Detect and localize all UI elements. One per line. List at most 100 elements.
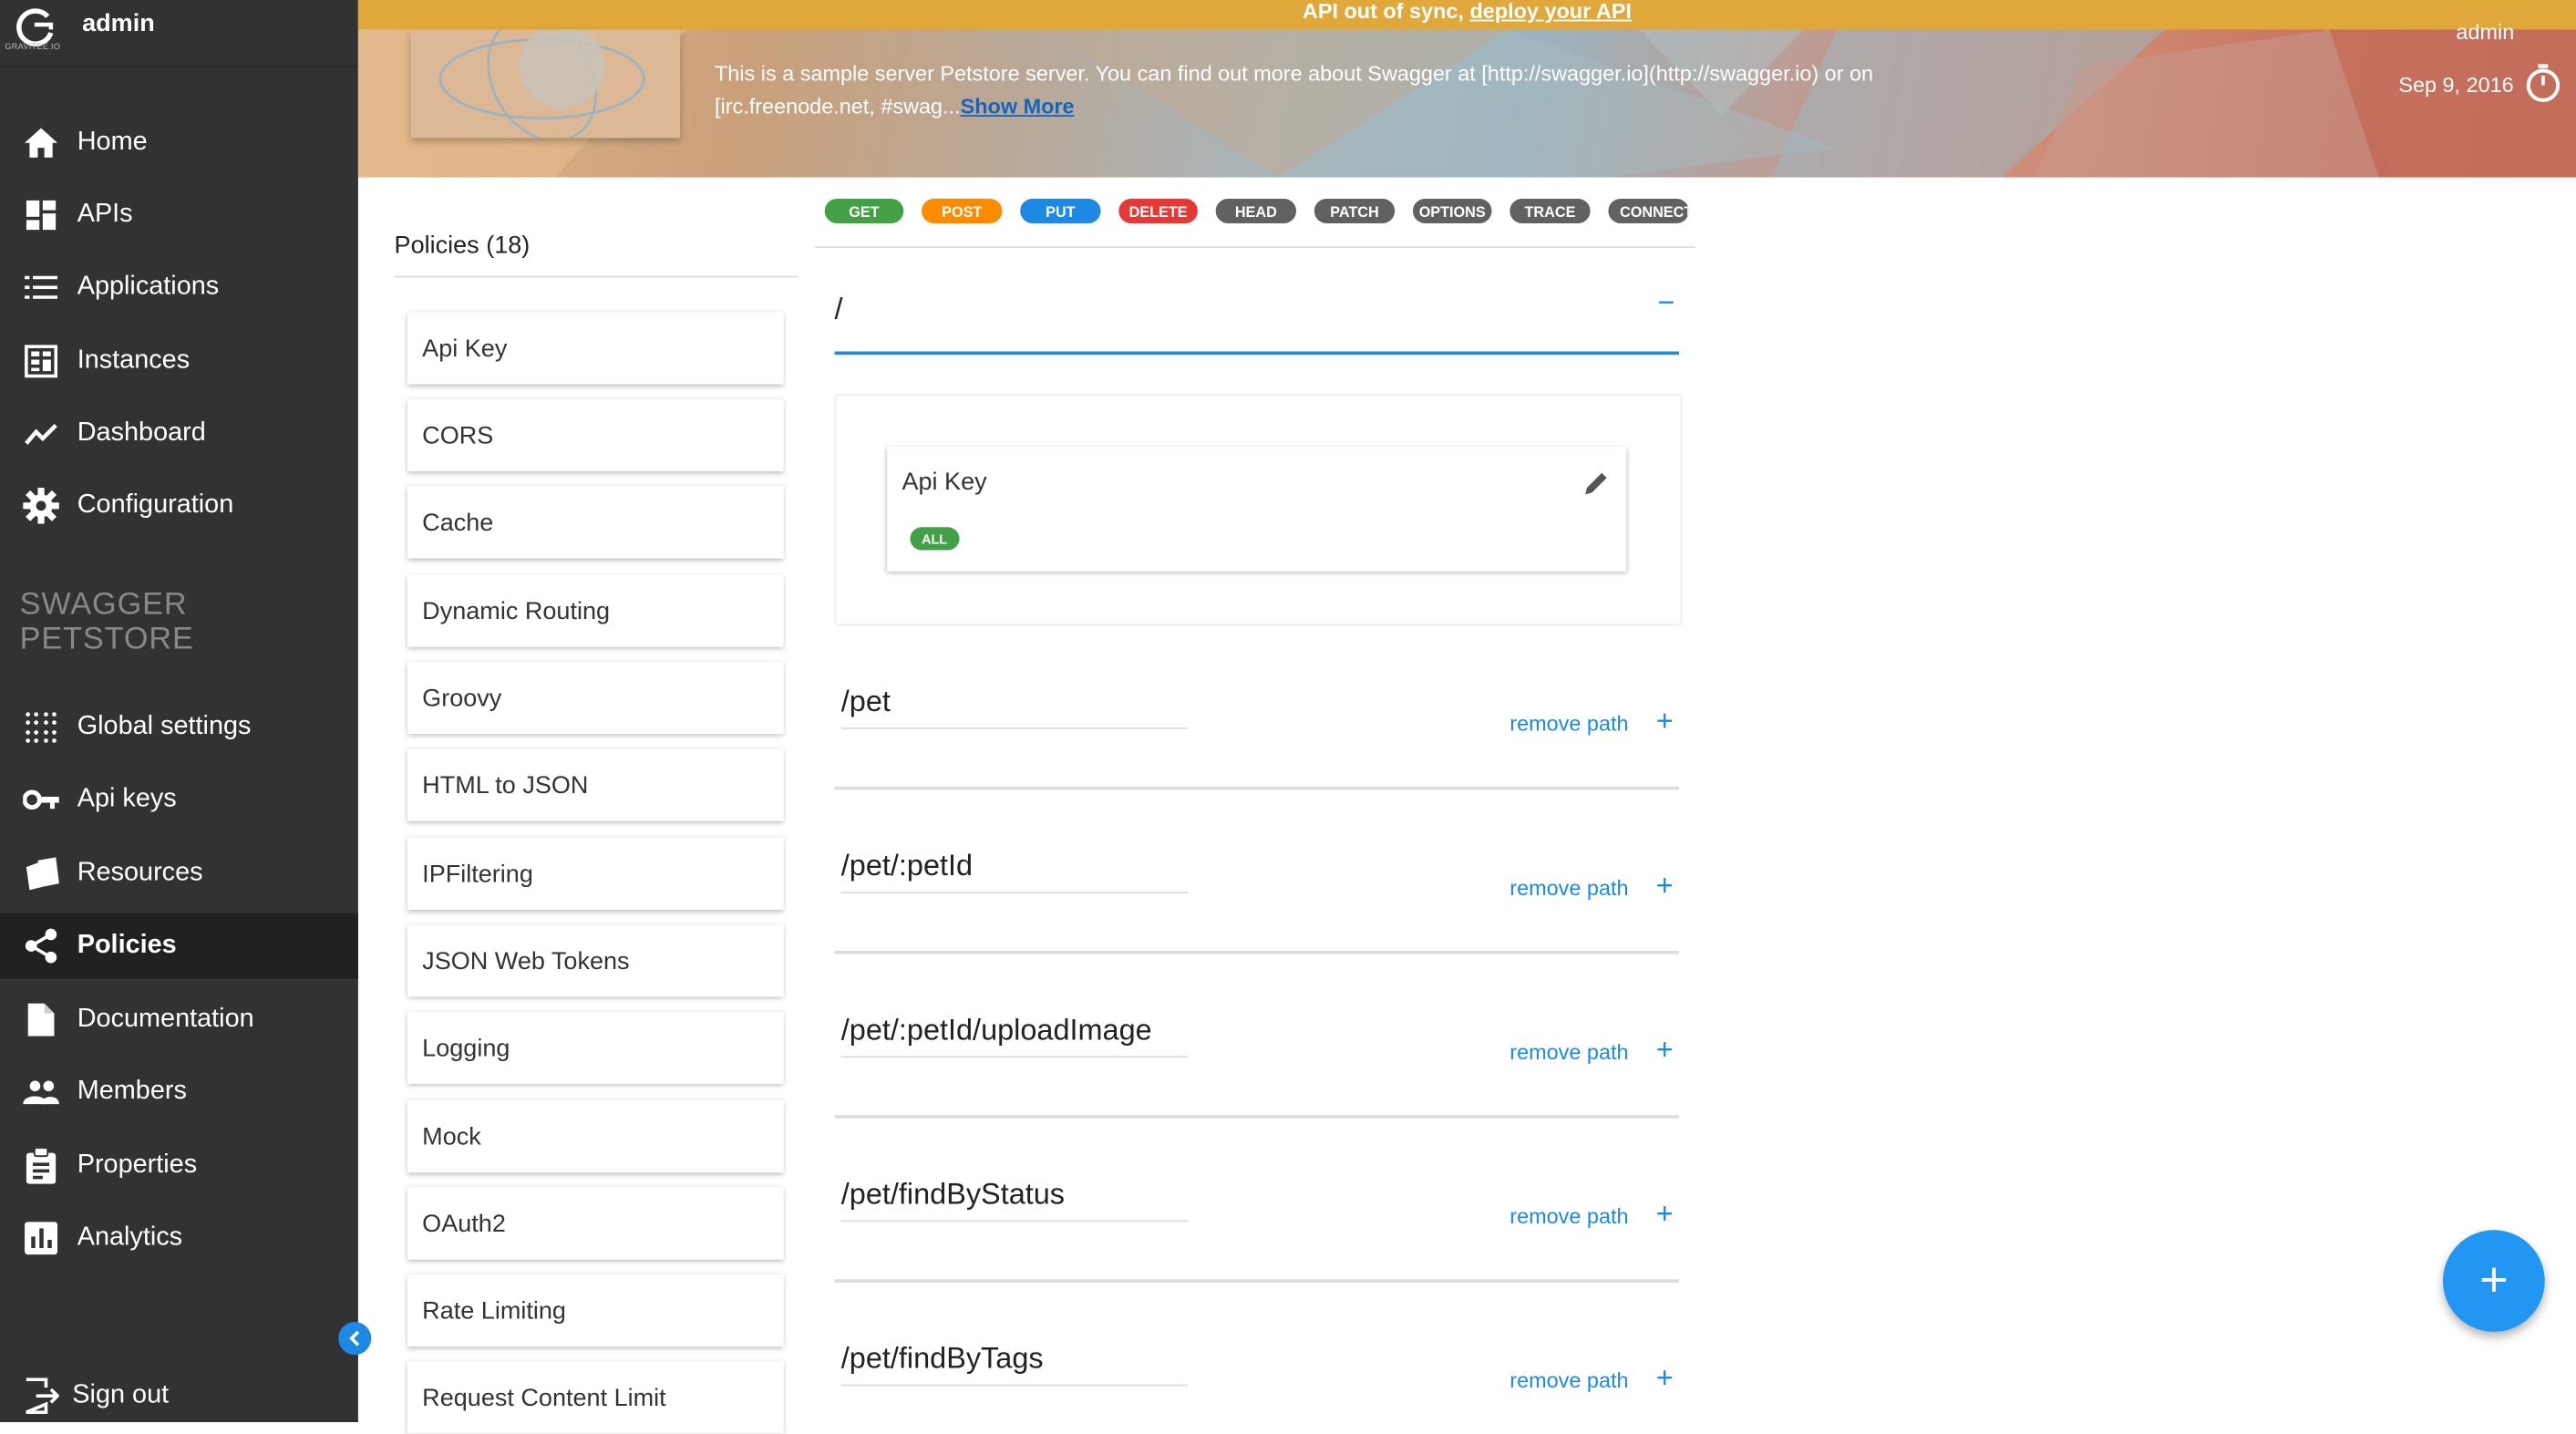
remove-path-link[interactable]: remove path [1510, 875, 1628, 900]
root-path-label: / [834, 292, 843, 325]
nav-item-applications[interactable]: Applications [0, 254, 358, 320]
api-section-title: SWAGGER PETSTORE [20, 588, 194, 657]
key-icon [23, 781, 59, 818]
sidebar-collapse-button[interactable] [338, 1322, 372, 1356]
user-name[interactable]: admin [82, 10, 155, 38]
sign-out-button[interactable]: Sign out [0, 1363, 358, 1429]
nav-item-home[interactable]: Home [0, 110, 358, 176]
policy-item-label: OAuth2 [422, 1209, 506, 1238]
add-path-button[interactable]: + [1656, 1361, 1674, 1396]
method-chip-options[interactable]: OPTIONS [1412, 198, 1492, 223]
sign-out-icon [23, 1377, 59, 1414]
nav-label: Global settings [77, 712, 252, 741]
header-owner: admin [2456, 19, 2515, 45]
method-badge-all: ALL [910, 527, 959, 551]
method-chip-trace[interactable]: TRACE [1510, 198, 1591, 223]
nav-item-properties[interactable]: Properties [0, 1133, 358, 1199]
method-chip-delete[interactable]: DELETE [1118, 198, 1198, 223]
show-more-link[interactable]: Show More [961, 94, 1075, 119]
nav-item-global-settings[interactable]: Global settings [0, 695, 358, 760]
nav-item-apis[interactable]: APIs [0, 182, 358, 248]
nav-item-resources[interactable]: Resources [0, 841, 358, 906]
sign-out-label: Sign out [72, 1380, 170, 1409]
policy-item-oauth2[interactable]: OAuth2 [407, 1187, 784, 1260]
method-chip-head[interactable]: HEAD [1215, 198, 1296, 223]
policy-item-label: IPFiltering [422, 860, 533, 888]
nav-item-api-keys[interactable]: Api keys [0, 767, 358, 832]
policy-item-dynamic-routing[interactable]: Dynamic Routing [407, 574, 784, 647]
dots-grid-icon [23, 709, 59, 746]
policy-item-ipfiltering[interactable]: IPFiltering [407, 837, 784, 910]
path-input[interactable]: /pet/findByStatus [840, 1178, 1189, 1223]
collapse-path-button[interactable]: − [1658, 285, 1675, 320]
path-input[interactable]: /pet/:petId [840, 849, 1189, 893]
policy-item-html-to-json[interactable]: HTML to JSON [407, 748, 784, 821]
stopwatch-icon [2526, 64, 2561, 102]
edit-pencil-icon[interactable] [1583, 469, 1610, 496]
nav-item-members[interactable]: Members [0, 1059, 358, 1125]
out-of-sync-banner: API out of sync, deploy your API [357, 0, 2576, 30]
nav-label: Home [77, 128, 148, 157]
policy-item-logging[interactable]: Logging [407, 1011, 784, 1084]
policy-item-api-key[interactable]: Api Key [407, 312, 784, 385]
policy-item-label: Mock [422, 1122, 481, 1150]
policy-item-json-web-tokens[interactable]: JSON Web Tokens [407, 924, 784, 997]
policy-item-label: JSON Web Tokens [422, 946, 630, 975]
method-chip-get[interactable]: GET [824, 198, 904, 223]
policy-item-label: Request Content Limit [422, 1383, 666, 1412]
nav-item-policies[interactable]: Policies [0, 913, 358, 979]
deploy-api-link[interactable]: deploy your API [1469, 0, 1631, 23]
path-row: /pet/findByStatus remove path + [834, 1151, 1679, 1315]
policies-divider [394, 275, 799, 278]
remove-path-link[interactable]: remove path [1510, 1039, 1628, 1064]
nav-item-instances[interactable]: Instances [0, 328, 358, 394]
path-divider [834, 951, 1679, 954]
swagger-logo-icon [438, 29, 645, 139]
sync-text: API out of sync, [1302, 0, 1470, 24]
method-chip-connect[interactable]: CONNECT [1608, 198, 1689, 223]
policy-item-rate-limiting[interactable]: Rate Limiting [407, 1274, 784, 1347]
path-input[interactable]: /pet/:petId/uploadImage [840, 1013, 1189, 1058]
policy-item-label: Rate Limiting [422, 1296, 566, 1325]
path-input[interactable]: /pet/findByTags [840, 1342, 1189, 1387]
path-divider [834, 786, 1679, 790]
policy-item-request-content-limit[interactable]: Request Content Limit [407, 1361, 784, 1434]
nav-label: APIs [77, 200, 133, 229]
nav-item-analytics[interactable]: Analytics [0, 1205, 358, 1271]
nav-label: Api keys [77, 785, 177, 813]
policy-item-cache[interactable]: Cache [407, 486, 784, 559]
add-path-button[interactable]: + [1656, 869, 1674, 903]
method-chip-put[interactable]: PUT [1020, 198, 1101, 223]
policy-item-label: Cache [422, 508, 494, 537]
api-header: API out of sync, deploy your API This is… [357, 0, 2576, 178]
nav-item-configuration[interactable]: Configuration [0, 473, 358, 539]
add-floating-button[interactable]: + [2442, 1230, 2545, 1332]
share-icon [23, 928, 59, 965]
header-date: Sep 9, 2016 [2398, 64, 2561, 102]
list-icon [23, 269, 59, 305]
remove-path-link[interactable]: remove path [1510, 711, 1628, 736]
nav-label: Documentation [77, 1005, 254, 1034]
method-chip-post[interactable]: POST [922, 198, 1003, 223]
remove-path-link[interactable]: remove path [1510, 1368, 1628, 1393]
remove-path-link[interactable]: remove path [1510, 1203, 1628, 1228]
policy-item-groovy[interactable]: Groovy [407, 661, 784, 735]
applied-policy-card[interactable]: Api Key ALL [887, 446, 1627, 572]
policy-item-label: Dynamic Routing [422, 596, 611, 625]
nav-label: Instances [77, 346, 191, 375]
policy-item-mock[interactable]: Mock [407, 1099, 784, 1173]
path-input[interactable]: /pet [840, 685, 1189, 729]
policy-item-cors[interactable]: CORS [407, 398, 784, 471]
nav-item-documentation[interactable]: Documentation [0, 987, 358, 1053]
add-path-button[interactable]: + [1656, 1197, 1674, 1232]
trending-line-icon [23, 416, 59, 452]
add-path-button[interactable]: + [1656, 1033, 1674, 1068]
method-chip-patch[interactable]: PATCH [1314, 198, 1396, 223]
nav-label: Analytics [77, 1223, 183, 1252]
nav-item-dashboard[interactable]: Dashboard [0, 401, 358, 467]
nav-label: Policies [77, 931, 177, 960]
path-row: /pet/:petId/uploadImage remove path + [834, 987, 1679, 1151]
add-path-button[interactable]: + [1656, 705, 1674, 739]
path-divider [834, 1279, 1679, 1283]
policy-item-label: CORS [422, 421, 494, 449]
